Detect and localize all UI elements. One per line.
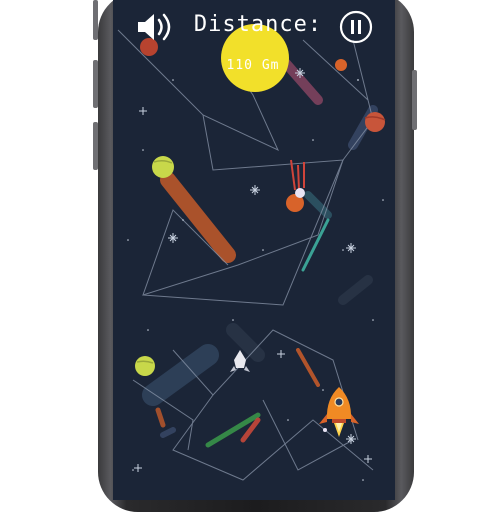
game-screen[interactable]: Distance: 110 Gm <box>113 0 395 500</box>
space-scene <box>117 24 386 481</box>
sound-toggle-button[interactable] <box>135 10 175 44</box>
speaker-icon <box>138 13 171 41</box>
phone-side-button <box>93 0 98 40</box>
pause-button[interactable] <box>339 10 373 44</box>
phone-volume-up-button <box>93 60 98 108</box>
falling-comet <box>286 159 305 212</box>
phone-power-button <box>412 70 417 130</box>
player-rocket <box>319 387 359 437</box>
distance-label: Distance: <box>193 12 323 37</box>
distance-value: 110 Gm <box>226 58 280 73</box>
pause-icon <box>339 10 373 44</box>
phone-volume-down-button <box>93 122 98 170</box>
